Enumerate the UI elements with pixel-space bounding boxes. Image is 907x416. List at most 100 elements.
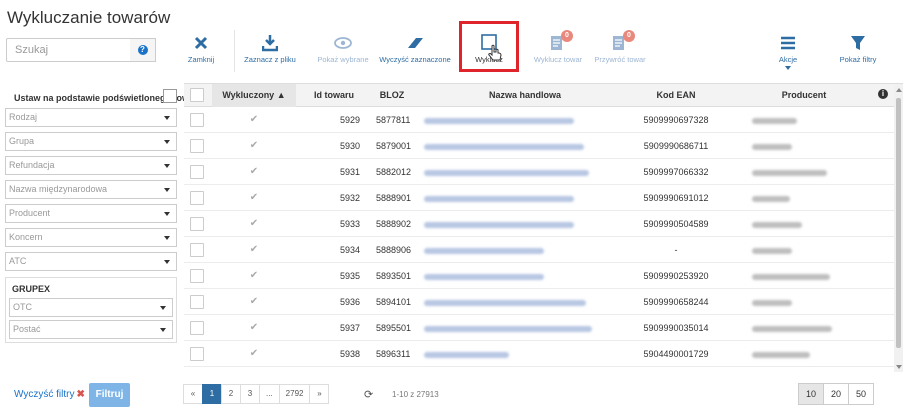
close-button[interactable]: Zamknij [186, 34, 216, 64]
close-icon [194, 36, 208, 50]
cell-ean: 5909990253920 [643, 271, 709, 281]
set-from-highlighted-checkbox[interactable] [163, 89, 177, 103]
row-checkbox[interactable] [190, 113, 204, 127]
page-size-50[interactable]: 50 [848, 383, 874, 405]
row-checkbox[interactable] [190, 269, 204, 283]
table-row[interactable]: ✔ 5931 5882012 5909997066332 [184, 159, 894, 185]
cell-ean: - [674, 245, 678, 255]
chevron-down-icon [160, 328, 166, 332]
chevron-down-icon [164, 164, 170, 168]
exclude-item-button[interactable]: 0 Wyklucz towar [533, 30, 583, 64]
cell-id: 5933 [339, 219, 360, 229]
cell-ean: 5909990697328 [643, 115, 709, 125]
filter-grupa-select[interactable]: Grupa [5, 132, 177, 151]
filter-producent-select[interactable]: Producent [5, 204, 177, 223]
cell-producer-redacted [752, 107, 882, 133]
show-filters-button[interactable]: Pokaż filtry [838, 34, 878, 64]
page-next[interactable]: » [309, 384, 330, 404]
grupex-postac-select[interactable]: Postać [9, 320, 173, 339]
cell-ean: 5909990691012 [643, 193, 709, 203]
sort-asc-icon: ▲ [276, 90, 286, 100]
row-checkbox[interactable] [190, 347, 204, 361]
chevron-down-icon [164, 140, 170, 144]
info-icon[interactable]: i [878, 89, 888, 99]
cursor-hand-icon [488, 44, 502, 61]
column-header-name[interactable]: Nazwa handlowa [420, 84, 630, 107]
column-header-producer[interactable]: Producent [724, 84, 884, 107]
grupex-otc-select[interactable]: OTC [9, 298, 173, 317]
filter-koncern-select[interactable]: Koncern [5, 228, 177, 247]
check-icon: ✔ [249, 270, 259, 281]
scroll-up-icon[interactable] [896, 88, 902, 92]
table-row[interactable]: ✔ 5935 5893501 5909990253920 [184, 263, 894, 289]
table-header: Wykluczony ▲ Id towaru BLOZ Nazwa handlo… [184, 84, 903, 107]
scrollbar-thumb[interactable] [896, 98, 901, 348]
page-3[interactable]: 3 [240, 384, 260, 404]
cell-id: 5935 [339, 271, 360, 281]
refresh-icon[interactable]: ⟳ [364, 388, 373, 401]
column-header-bloz[interactable]: BLOZ [370, 84, 414, 107]
column-header-excluded[interactable]: Wykluczony ▲ [212, 84, 296, 107]
table-row[interactable]: ✔ 5934 5888906 - [184, 237, 894, 263]
filter-button[interactable]: Filtruj [89, 383, 130, 407]
cell-name-redacted [424, 159, 624, 185]
show-selected-button[interactable]: Pokaż wybrane [317, 34, 369, 64]
cell-name-redacted [424, 185, 624, 211]
cell-name-redacted [424, 237, 624, 263]
column-header-id[interactable]: Id towaru [302, 84, 366, 107]
check-icon: ✔ [249, 244, 259, 255]
cell-producer-redacted [752, 341, 882, 367]
help-icon: ? [137, 45, 148, 55]
scroll-down-icon[interactable] [896, 365, 902, 369]
select-all-checkbox[interactable] [190, 88, 204, 102]
page-first[interactable]: « [183, 384, 203, 404]
table-row[interactable]: ✔ 5929 5877811 5909990697328 [184, 107, 894, 133]
pagination: « 1 2 3 ... 2792 » [183, 384, 330, 404]
row-checkbox[interactable] [190, 139, 204, 153]
filter-inn-select[interactable]: Nazwa międzynarodowa [5, 180, 177, 199]
page-size-20[interactable]: 20 [823, 383, 849, 405]
check-icon: ✔ [249, 166, 259, 177]
table-row[interactable]: ✔ 5932 5888901 5909990691012 [184, 185, 894, 211]
clear-selected-button[interactable]: Wyczyść zaznaczone [378, 34, 452, 64]
cell-producer-redacted [752, 159, 882, 185]
column-header-ean[interactable]: Kod EAN [636, 84, 716, 107]
clear-filters-link[interactable]: Wyczyść filtry ✖ [14, 389, 85, 400]
row-checkbox[interactable] [190, 217, 204, 231]
table-row[interactable]: ✔ 5930 5879001 5909990686711 [184, 133, 894, 159]
cell-bloz: 5879001 [376, 141, 412, 151]
cell-id: 5937 [339, 323, 360, 333]
table-row[interactable]: ✔ 5933 5888902 5909990504589 [184, 211, 894, 237]
row-checkbox[interactable] [190, 243, 204, 257]
table-row[interactable]: ✔ 5936 5894101 5909990658244 [184, 289, 894, 315]
row-checkbox[interactable] [190, 321, 204, 335]
filter-rodzaj-select[interactable]: Rodzaj [5, 108, 177, 127]
page-last[interactable]: 2792 [278, 384, 311, 404]
check-icon: ✔ [249, 140, 259, 151]
filter-refundacja-select[interactable]: Refundacja [5, 156, 177, 175]
actions-button[interactable]: Akcje [774, 34, 802, 70]
cell-producer-redacted [752, 237, 882, 263]
cell-bloz: 5882012 [376, 167, 412, 177]
cell-id: 5934 [339, 245, 360, 255]
page-range: 1-10 z 27913 [392, 390, 439, 399]
table-row[interactable]: ✔ 5938 5896311 5904490001729 [184, 341, 894, 367]
scrollbar[interactable] [894, 84, 903, 372]
row-checkbox[interactable] [190, 165, 204, 179]
page-2[interactable]: 2 [221, 384, 241, 404]
restore-item-button[interactable]: 0 Przywróć towar [590, 30, 650, 64]
cell-name-redacted [424, 263, 624, 289]
page-size-selector: 10 20 50 [798, 383, 874, 405]
cell-name-redacted [424, 289, 624, 315]
page-1[interactable]: 1 [202, 384, 222, 404]
table-row[interactable]: ✔ 5937 5895501 5909990035014 [184, 315, 894, 341]
cell-bloz: 5888906 [376, 245, 412, 255]
page-size-10[interactable]: 10 [798, 383, 824, 405]
select-from-file-button[interactable]: Zaznacz z pliku [242, 34, 298, 64]
row-checkbox[interactable] [190, 295, 204, 309]
search-help-button[interactable]: ? [130, 38, 156, 62]
cell-bloz: 5894101 [376, 297, 412, 307]
cell-ean: 5909990686711 [643, 141, 709, 151]
filter-atc-select[interactable]: ATC [5, 252, 177, 271]
row-checkbox[interactable] [190, 191, 204, 205]
